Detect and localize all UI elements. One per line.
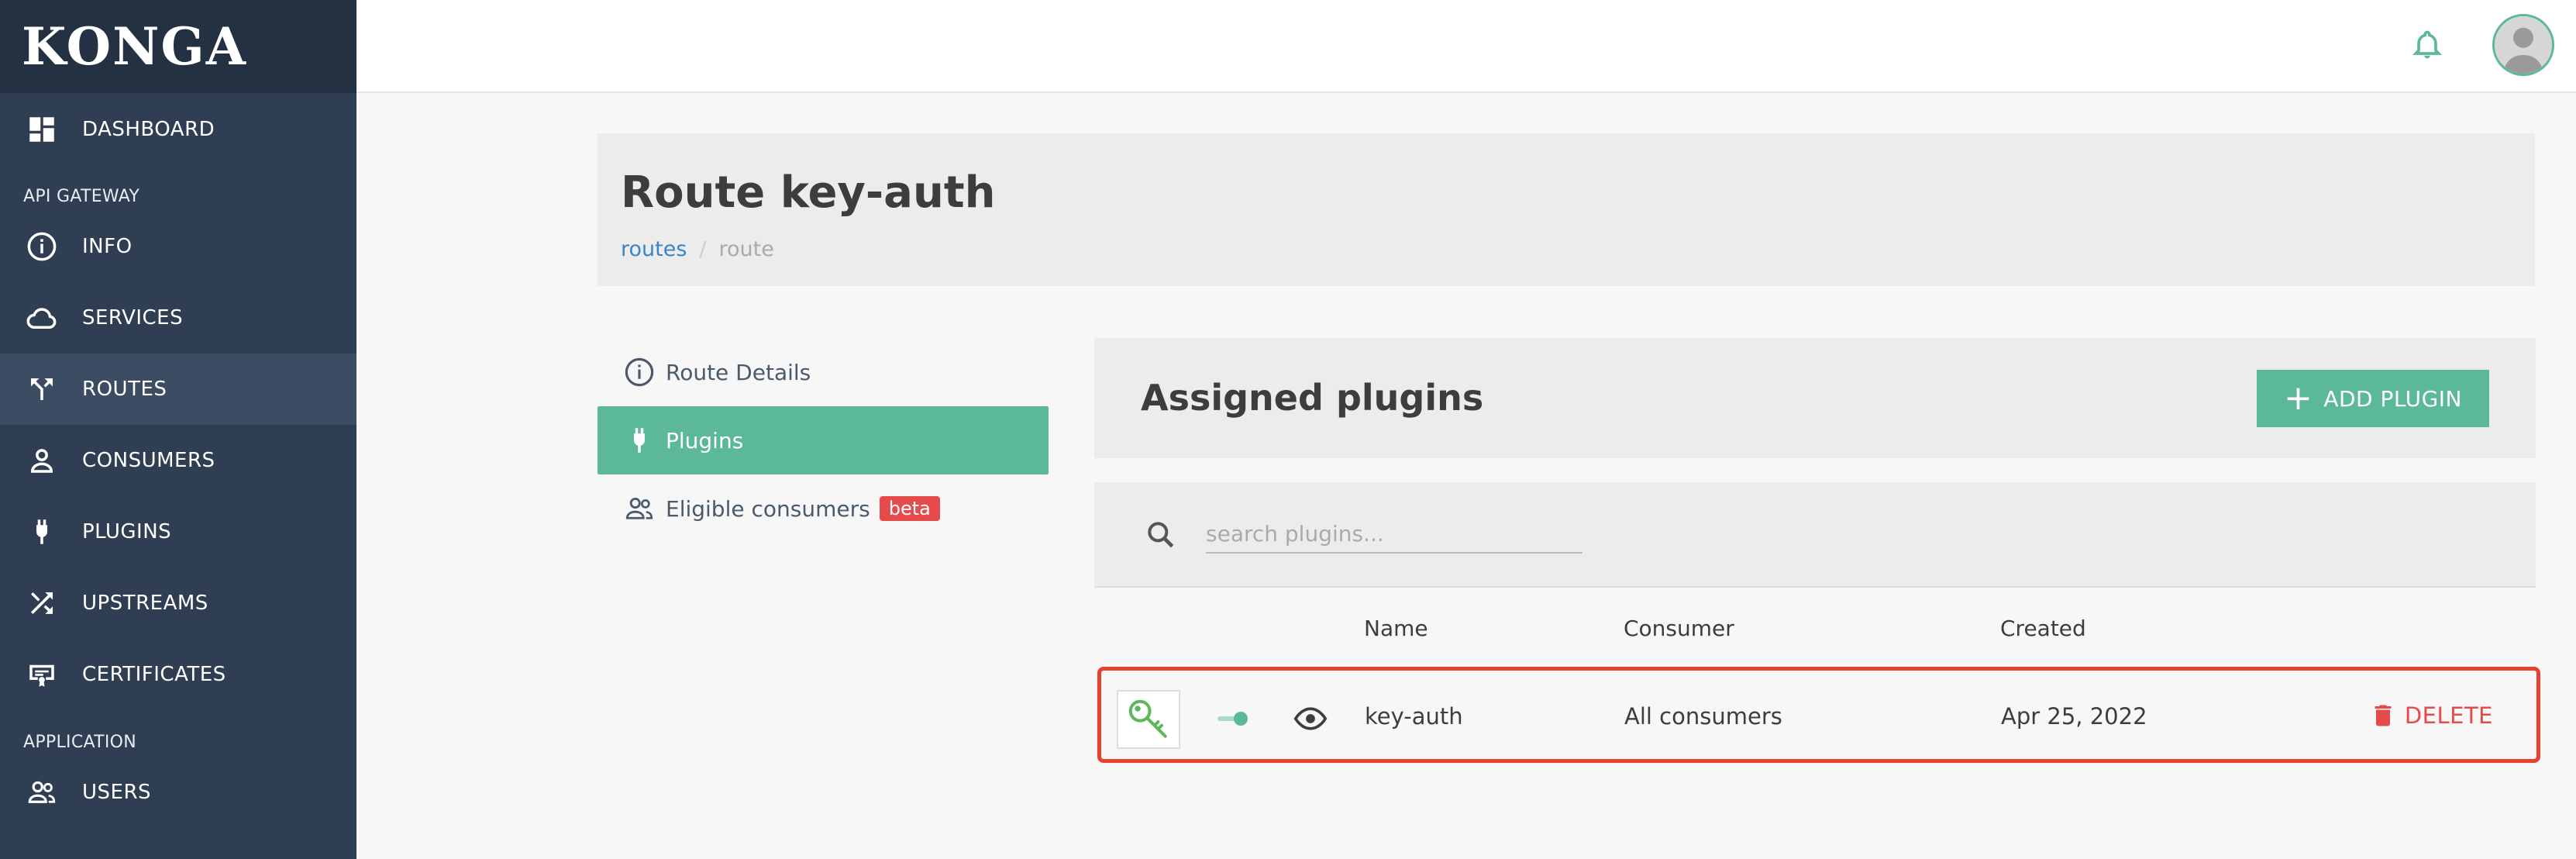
dashboard-icon — [25, 112, 59, 147]
certificate-icon — [25, 657, 59, 692]
sidebar-item-label: UPSTREAMS — [82, 592, 208, 615]
plugin-consumer: All consumers — [1624, 703, 1782, 730]
search-bar — [1094, 482, 2536, 588]
column-header-consumer[interactable]: Consumer — [1624, 616, 1734, 641]
bell-icon[interactable] — [2410, 28, 2444, 62]
delete-button[interactable]: DELETE — [2369, 700, 2493, 731]
plug-icon — [25, 515, 59, 549]
person-icon — [25, 443, 59, 478]
sidebar-item-plugins[interactable]: PLUGINS — [0, 496, 356, 567]
tab-label: Eligible consumers — [666, 495, 870, 522]
logo[interactable]: KONGA — [22, 16, 247, 77]
delete-label: DELETE — [2404, 702, 2493, 729]
search-input[interactable] — [1206, 515, 1582, 554]
plus-icon: + — [2283, 378, 2313, 418]
sidebar-item-info[interactable]: INFO — [0, 211, 356, 282]
page-header: Route key-auth routes / route — [598, 133, 2535, 286]
breadcrumb: routes / route — [621, 237, 774, 261]
column-header-created[interactable]: Created — [2000, 616, 2086, 641]
breadcrumb-current: route — [718, 237, 774, 261]
info-icon — [25, 229, 59, 264]
tab-route-details[interactable]: Route Details — [598, 338, 1049, 406]
sidebar: KONGA DASHBOARD API GATEWAY INFO SERVICE… — [0, 0, 356, 859]
sidebar-item-upstreams[interactable]: UPSTREAMS — [0, 567, 356, 639]
users-icon — [622, 492, 656, 526]
logo-area: KONGA — [0, 0, 356, 93]
tab-plugins[interactable]: Plugins — [598, 406, 1049, 474]
add-plugin-label: ADD PLUGIN — [2323, 385, 2463, 412]
routes-icon — [25, 372, 59, 406]
tab-label: Route Details — [666, 359, 811, 385]
search-icon — [1144, 518, 1178, 552]
beta-badge: beta — [879, 496, 940, 521]
column-header-name[interactable]: Name — [1364, 616, 1428, 641]
sidebar-item-certificates[interactable]: CERTIFICATES — [0, 639, 356, 710]
sidebar-item-label: INFO — [82, 235, 133, 258]
table-row: key-auth All consumers Apr 25, 2022 DELE… — [1097, 667, 2540, 763]
sidebar-item-routes[interactable]: ROUTES — [0, 354, 356, 425]
sidebar-item-label: USERS — [82, 781, 152, 804]
sidebar-item-label: PLUGINS — [82, 520, 172, 543]
page-title: Route key-auth — [621, 167, 996, 218]
tab-label: Plugins — [666, 427, 744, 454]
tab-eligible-consumers[interactable]: Eligible consumers beta — [598, 474, 1049, 543]
route-sub-nav: Route Details Plugins Eligible consumers… — [598, 338, 1049, 543]
plugin-created: Apr 25, 2022 — [2001, 703, 2147, 730]
sidebar-section-api-gateway: API GATEWAY — [23, 187, 140, 206]
sidebar-section-application: APPLICATION — [23, 733, 137, 752]
plugin-enabled-toggle[interactable] — [1216, 709, 1250, 728]
sidebar-item-label: SERVICES — [82, 306, 184, 329]
breadcrumb-link-routes[interactable]: routes — [621, 237, 687, 261]
sidebar-item-dashboard[interactable]: DASHBOARD — [0, 93, 356, 166]
assigned-plugins-header: Assigned plugins + ADD PLUGIN — [1094, 338, 2536, 458]
avatar-icon[interactable] — [2492, 14, 2554, 76]
sidebar-item-label: DASHBOARD — [82, 118, 215, 141]
eye-icon[interactable] — [1292, 702, 1329, 736]
trash-icon — [2375, 705, 2392, 726]
info-icon — [622, 355, 656, 389]
sidebar-item-label: CERTIFICATES — [82, 663, 226, 686]
sidebar-item-label: CONSUMERS — [82, 449, 215, 472]
users-icon — [25, 775, 59, 809]
cloud-icon — [25, 301, 59, 335]
panel-title: Assigned plugins — [1141, 377, 1484, 419]
sidebar-item-users[interactable]: USERS — [0, 757, 356, 828]
plugin-name[interactable]: key-auth — [1365, 703, 1463, 730]
shuffle-icon — [25, 586, 59, 620]
sidebar-item-consumers[interactable]: CONSUMERS — [0, 425, 356, 496]
breadcrumb-separator: / — [699, 237, 707, 261]
top-bar — [356, 0, 2576, 93]
sidebar-item-services[interactable]: SERVICES — [0, 282, 356, 354]
add-plugin-button[interactable]: + ADD PLUGIN — [2257, 370, 2489, 427]
sidebar-item-label: ROUTES — [82, 378, 167, 401]
key-icon — [1117, 690, 1180, 749]
plug-icon — [622, 423, 656, 457]
